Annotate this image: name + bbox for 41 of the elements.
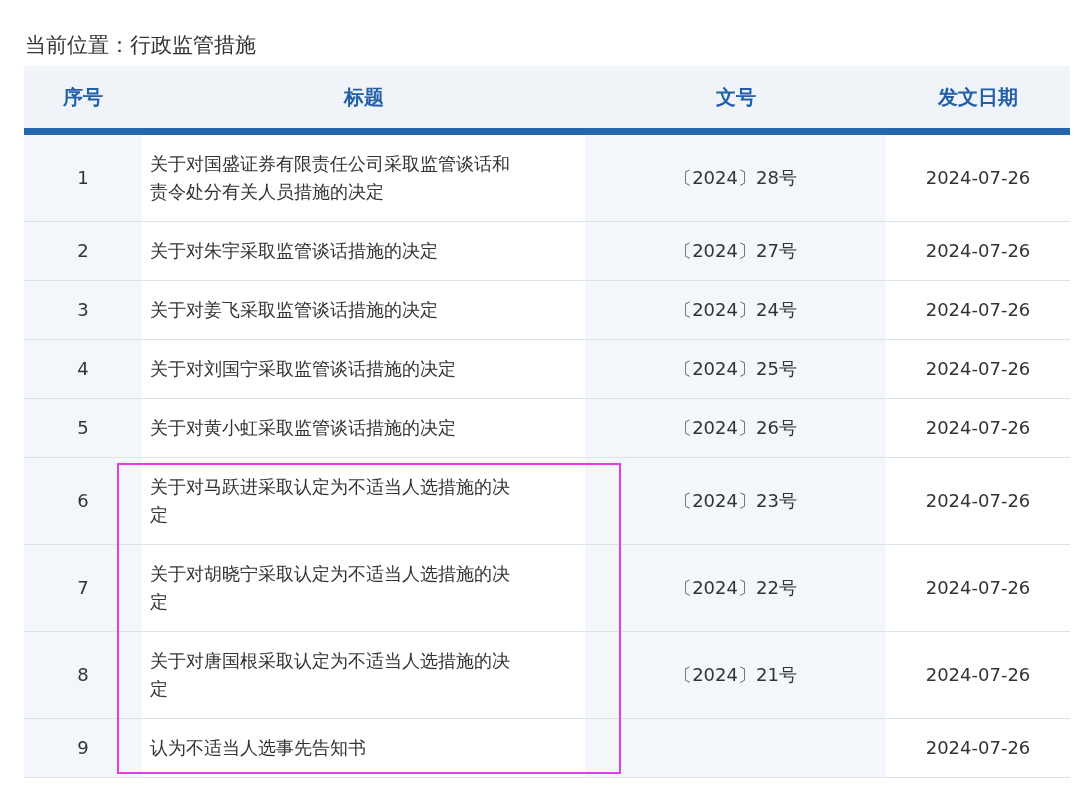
table-cell-text: 〔2024〕23号: [674, 489, 797, 513]
table-cell-text: 2024-07-26: [925, 489, 1031, 513]
table-cell-text: 1: [77, 166, 89, 190]
table-cell-text: 〔2024〕22号: [674, 576, 797, 600]
title-link[interactable]: 关于对朱宇采取监管谈话措施的决定: [150, 237, 438, 265]
column-header: 发文日期: [886, 66, 1070, 128]
breadcrumb-label: 当前位置：: [25, 33, 130, 57]
table-cell-text: 7: [77, 576, 89, 600]
table-cell-text: 2024-07-26: [925, 416, 1031, 440]
table-cell-text: 2024-07-26: [925, 239, 1031, 263]
table-cell-text: 2024-07-26: [925, 663, 1031, 687]
title-link[interactable]: 认为不适当人选事先告知书: [150, 734, 366, 762]
table-cell-text: 〔2024〕26号: [674, 416, 797, 440]
column-header: 序号: [24, 66, 142, 128]
table-cell-text: 9: [77, 736, 89, 760]
table-cell-text: 8: [77, 663, 89, 687]
breadcrumb-current: 行政监管措施: [130, 33, 256, 57]
title-link[interactable]: 关于对马跃进采取认定为不适当人选措施的决定: [150, 473, 516, 529]
table-cell-text: 4: [77, 357, 89, 381]
title-link[interactable]: 关于对国盛证券有限责任公司采取监管谈话和责令处分有关人员措施的决定: [150, 150, 516, 206]
table-cell-text: 〔2024〕25号: [674, 357, 797, 381]
table-cell-text: 〔2024〕28号: [674, 166, 797, 190]
table-cell-text: 5: [77, 416, 89, 440]
table-cell-text: 3: [77, 298, 89, 322]
table-cell-text: 〔2024〕27号: [674, 239, 797, 263]
table-cell-text: 2024-07-26: [925, 736, 1031, 760]
table-cell-text: 2024-07-26: [925, 357, 1031, 381]
table-cell-text: 〔2024〕24号: [674, 298, 797, 322]
title-link[interactable]: 关于对刘国宁采取监管谈话措施的决定: [150, 355, 456, 383]
title-link[interactable]: 关于对黄小虹采取监管谈话措施的决定: [150, 414, 456, 442]
title-link[interactable]: 关于对唐国根采取认定为不适当人选措施的决定: [150, 647, 516, 703]
column-header: 标题: [142, 66, 585, 128]
table-cell-text: 6: [77, 489, 89, 513]
title-link[interactable]: 关于对姜飞采取监管谈话措施的决定: [150, 296, 438, 324]
column-header: 文号: [585, 66, 886, 128]
table-cell-text: 2024-07-26: [925, 576, 1031, 600]
table-cell-text: 2024-07-26: [925, 166, 1031, 190]
table-cell-text: 2: [77, 239, 89, 263]
table-cell-text: 〔2024〕21号: [674, 663, 797, 687]
title-link[interactable]: 关于对胡晓宁采取认定为不适当人选措施的决定: [150, 560, 516, 616]
table-cell-text: 2024-07-26: [925, 298, 1031, 322]
